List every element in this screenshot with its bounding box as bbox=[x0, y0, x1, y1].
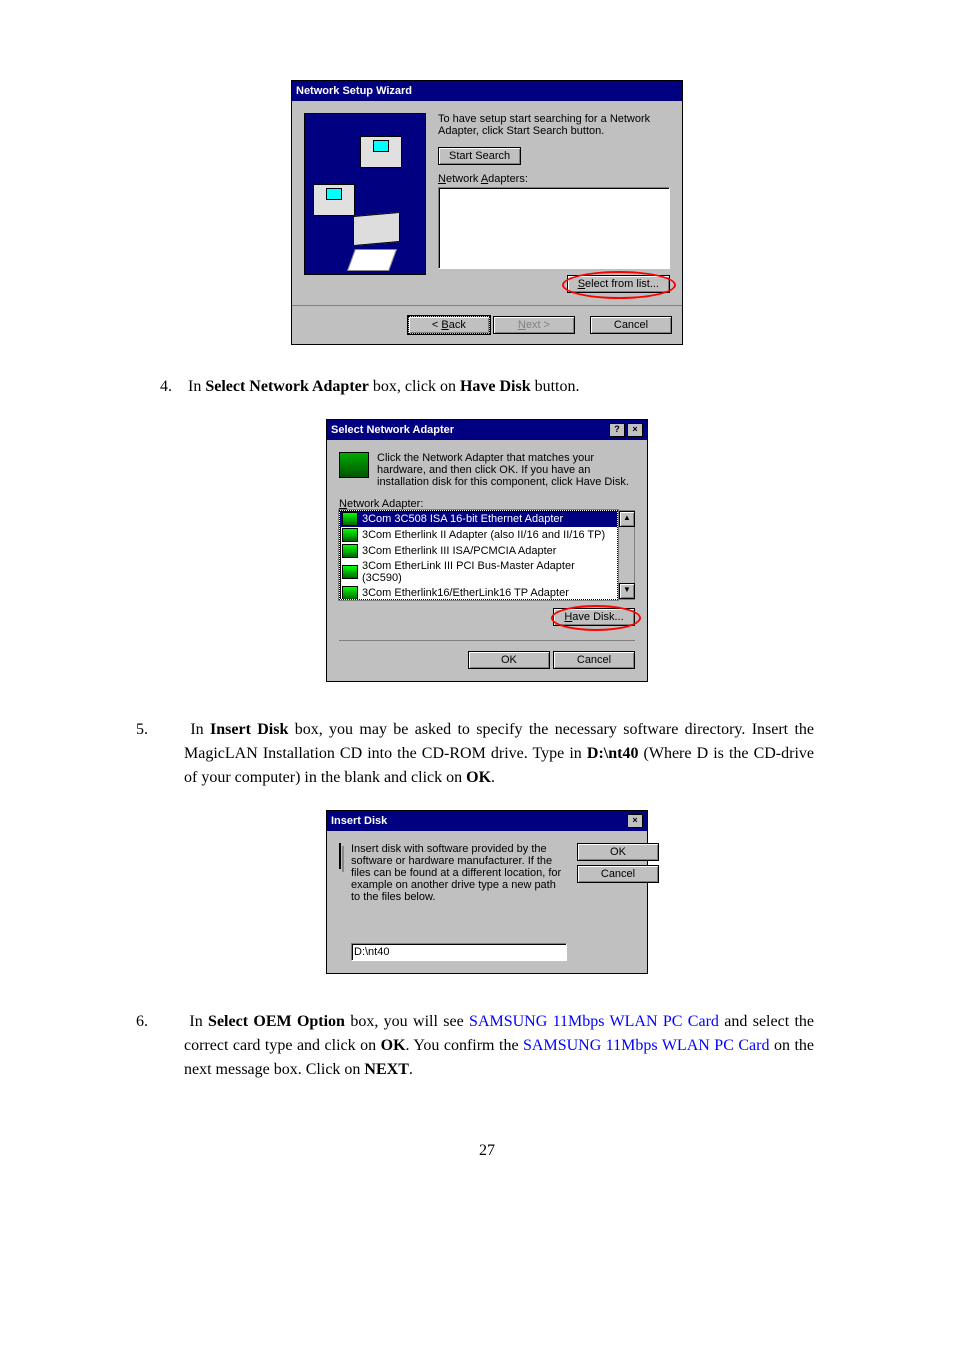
list-item[interactable]: 3Com Etherlink III ISA/PCMCIA Adapter bbox=[340, 543, 617, 559]
step-6-text: 6. In Select OEM Option box, you will se… bbox=[160, 1010, 814, 1082]
list-item[interactable]: 3Com EtherLink III PCI Bus-Master Adapte… bbox=[340, 559, 617, 585]
nic-icon bbox=[342, 565, 358, 579]
step-4-text: 4. In Select Network Adapter box, click … bbox=[160, 375, 814, 399]
ok-button[interactable]: OK bbox=[577, 843, 659, 861]
adapter-help-text: Click the Network Adapter that matches y… bbox=[377, 452, 635, 488]
step-number: 6. bbox=[160, 1010, 184, 1034]
step-number: 5. bbox=[160, 718, 184, 742]
adapter-icon bbox=[339, 452, 369, 478]
adapter-list-label: Network Adapter: bbox=[339, 498, 635, 510]
cancel-button[interactable]: Cancel bbox=[590, 316, 672, 334]
page-content: Network Setup Wizard To have setup start… bbox=[0, 0, 954, 1200]
close-icon[interactable]: × bbox=[627, 423, 643, 437]
titlebar: Select Network Adapter ? × bbox=[327, 420, 647, 440]
dialog-select-network-adapter: Select Network Adapter ? × Click the Net… bbox=[326, 419, 648, 682]
cancel-button[interactable]: Cancel bbox=[577, 865, 659, 883]
cancel-button[interactable]: Cancel bbox=[553, 651, 635, 669]
list-item[interactable]: 3Com Etherlink16/EtherLink16 TP Adapter bbox=[340, 585, 617, 600]
nic-icon bbox=[342, 512, 358, 526]
product-link: SAMSUNG 11Mbps WLAN PC Card bbox=[523, 1037, 769, 1054]
ok-button[interactable]: OK bbox=[468, 651, 550, 669]
page-number: 27 bbox=[160, 1142, 814, 1160]
nic-icon bbox=[342, 586, 358, 600]
wizard-intro-text: To have setup start searching for a Netw… bbox=[438, 113, 670, 137]
dialog-network-setup-wizard: Network Setup Wizard To have setup start… bbox=[291, 80, 683, 345]
floppy-icon bbox=[339, 843, 341, 869]
next-button: Next > bbox=[493, 316, 575, 334]
titlebar: Network Setup Wizard bbox=[292, 81, 682, 101]
start-search-button[interactable]: Start Search bbox=[438, 147, 521, 165]
scroll-up-icon[interactable]: ▲ bbox=[619, 511, 635, 527]
dialog-title: Network Setup Wizard bbox=[296, 85, 412, 97]
step-number: 4. bbox=[160, 375, 184, 399]
close-icon[interactable]: × bbox=[627, 814, 643, 828]
path-input[interactable] bbox=[351, 943, 567, 961]
wizard-illustration bbox=[304, 113, 426, 275]
nic-icon bbox=[342, 544, 358, 558]
network-adapters-listbox[interactable] bbox=[438, 187, 670, 269]
titlebar: Insert Disk × bbox=[327, 811, 647, 831]
network-adapters-label: Network Adapters: bbox=[438, 173, 670, 185]
step-5-text: 5. In Insert Disk box, you may be asked … bbox=[160, 718, 814, 790]
scroll-down-icon[interactable]: ▼ bbox=[619, 583, 635, 599]
insert-disk-text: Insert disk with software provided by th… bbox=[351, 843, 567, 903]
dialog-title: Insert Disk bbox=[331, 815, 387, 827]
list-item[interactable]: 3Com 3C508 ISA 16-bit Ethernet Adapter bbox=[340, 511, 617, 527]
dialog-insert-disk: Insert Disk × Insert disk with software … bbox=[326, 810, 648, 974]
list-item[interactable]: 3Com Etherlink II Adapter (also II/16 an… bbox=[340, 527, 617, 543]
red-highlight-select-from-list bbox=[562, 271, 676, 299]
red-highlight-have-disk bbox=[551, 605, 641, 631]
help-icon[interactable]: ? bbox=[609, 423, 625, 437]
back-button[interactable]: < Back bbox=[408, 316, 490, 334]
nic-icon bbox=[342, 528, 358, 542]
adapter-listbox[interactable]: 3Com 3C508 ISA 16-bit Ethernet Adapter 3… bbox=[339, 510, 618, 600]
product-link: SAMSUNG 11Mbps WLAN PC Card bbox=[469, 1013, 719, 1030]
dialog-title: Select Network Adapter bbox=[331, 424, 454, 436]
